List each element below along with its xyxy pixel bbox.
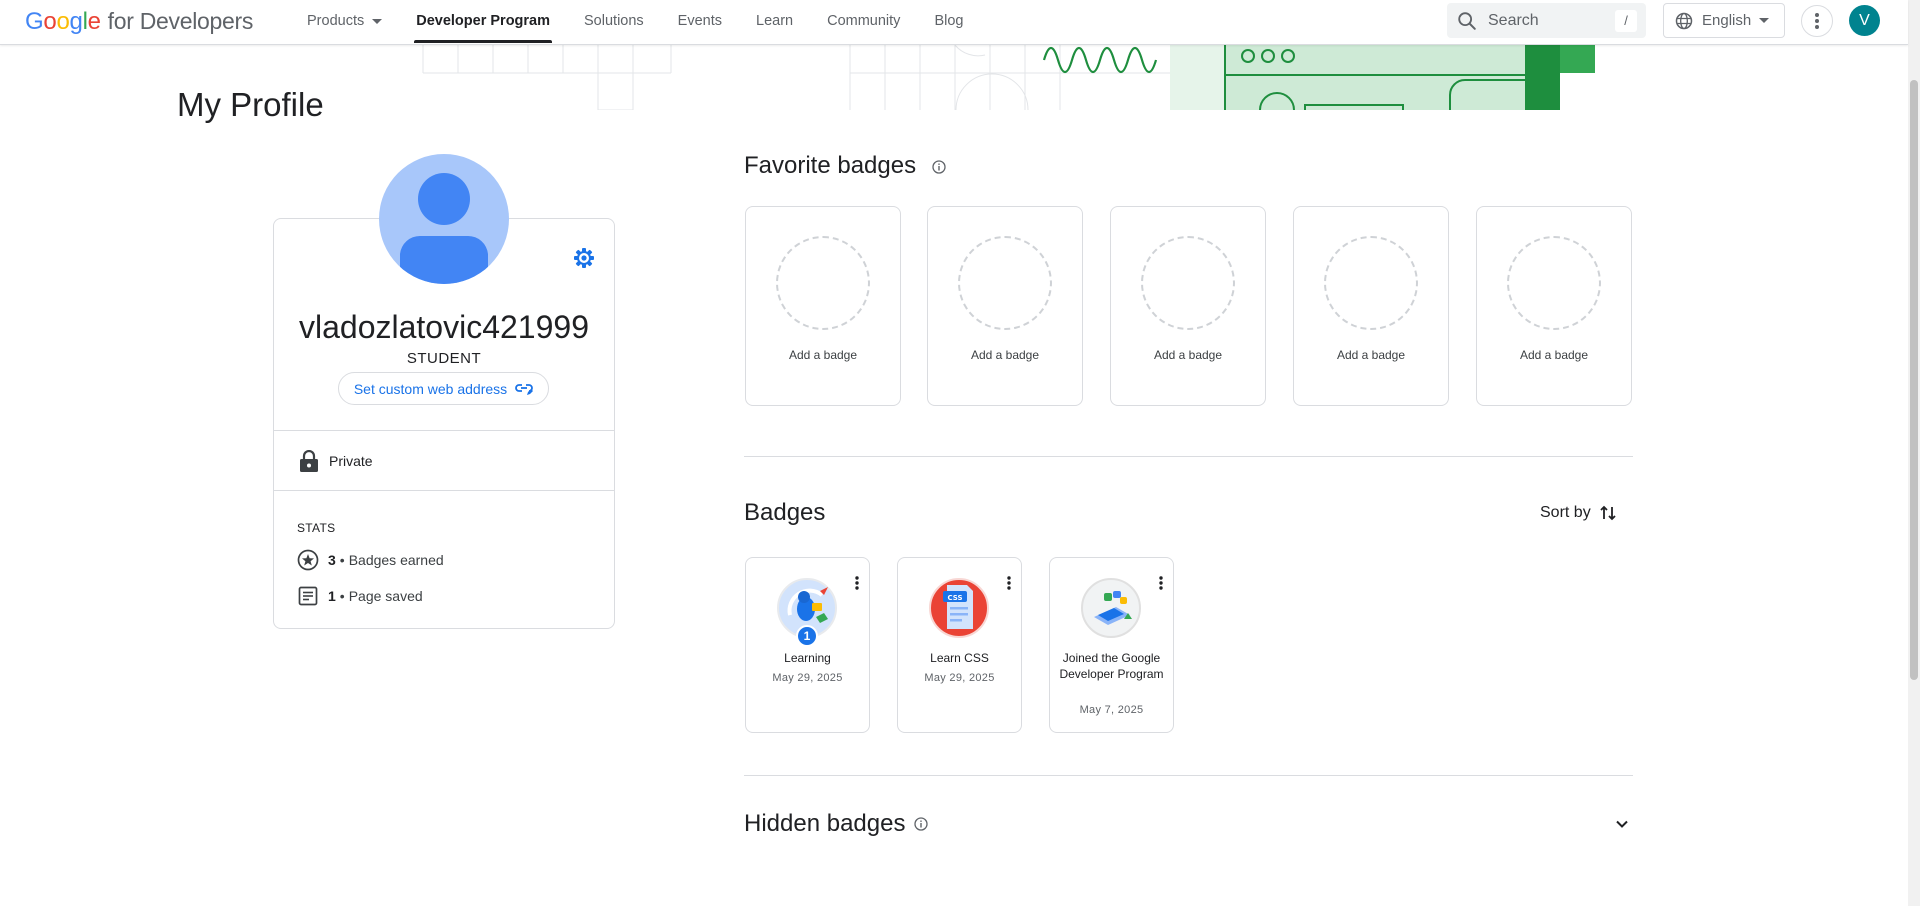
- empty-badge-placeholder: [958, 236, 1052, 330]
- sort-label: Sort by: [1540, 504, 1591, 521]
- chevron-down-icon: [1759, 18, 1770, 23]
- nav-products[interactable]: Products: [290, 0, 399, 45]
- add-badge-label: Add a badge: [970, 348, 1040, 362]
- custom-address-label: Set custom web address: [353, 380, 508, 397]
- language-label: English: [1702, 12, 1752, 29]
- main-nav: Products Developer Program Solutions Eve…: [290, 0, 980, 45]
- badge-name: Learn CSS: [930, 651, 989, 665]
- account-avatar[interactable]: V: [1849, 5, 1880, 36]
- badge-date: May 29, 2025: [772, 672, 843, 684]
- badge-card[interactable]: 1 Learning May 29, 2025: [745, 557, 870, 733]
- page-scrollbar[interactable]: [1908, 0, 1920, 906]
- more-options-button[interactable]: [1801, 5, 1833, 37]
- css-badge-icon: [929, 578, 989, 638]
- decorative-banner: [422, 45, 1595, 110]
- section-divider: [744, 456, 1633, 457]
- visibility-label: Private: [329, 453, 373, 469]
- empty-badge-placeholder: [1141, 236, 1235, 330]
- section-divider: [744, 775, 1633, 776]
- empty-badge-placeholder: [776, 236, 870, 330]
- nav-blog[interactable]: Blog: [917, 0, 980, 45]
- nav-events[interactable]: Events: [661, 0, 739, 45]
- chevron-down-icon: [372, 18, 383, 24]
- badges-title: Badges: [744, 499, 826, 526]
- stat-badges-earned: 3 • Badges earned: [297, 549, 444, 571]
- favorite-badge-slot[interactable]: Add a badge: [927, 206, 1083, 406]
- profile-role: STUDENT: [406, 350, 482, 367]
- favorite-badges-title: Favorite badges: [744, 152, 917, 179]
- empty-badge-placeholder: [1324, 236, 1418, 330]
- favorite-badge-slot[interactable]: Add a badge: [1293, 206, 1449, 406]
- more-vert-icon[interactable]: [1159, 576, 1163, 590]
- google-for-developers-logo[interactable]: Google for Developers: [25, 8, 253, 36]
- page-title: My Profile: [177, 86, 324, 123]
- link-edit-icon: [515, 383, 534, 395]
- add-badge-label: Add a badge: [1153, 348, 1223, 362]
- stats-label: STATS: [297, 521, 336, 535]
- globe-icon: [1675, 12, 1693, 29]
- info-icon[interactable]: [932, 160, 946, 174]
- add-badge-label: Add a badge: [1336, 348, 1406, 362]
- language-selector[interactable]: English: [1663, 3, 1785, 38]
- favorite-badge-slot[interactable]: Add a badge: [1476, 206, 1632, 406]
- search-input[interactable]: Search /: [1447, 3, 1646, 38]
- divider: [274, 430, 614, 431]
- search-placeholder: Search: [1488, 11, 1539, 29]
- star-badge-icon: [297, 549, 319, 571]
- favorite-badge-slot[interactable]: Add a badge: [1110, 206, 1266, 406]
- nav-developer-program[interactable]: Developer Program: [399, 0, 567, 45]
- set-custom-web-address-button[interactable]: Set custom web address: [338, 372, 549, 405]
- css-icon-label: CSS: [947, 594, 963, 602]
- more-vert-icon: [1815, 13, 1819, 29]
- stat-pages-saved: 1 • Page saved: [297, 585, 423, 607]
- search-shortcut-key: /: [1615, 9, 1637, 32]
- badge-name: Joined the Google Developer Program: [1059, 651, 1164, 681]
- badge-card[interactable]: Joined the Google Developer Program May …: [1049, 557, 1174, 733]
- add-badge-label: Add a badge: [788, 348, 858, 362]
- more-vert-icon[interactable]: [855, 576, 859, 590]
- favorite-badge-slot[interactable]: Add a badge: [745, 206, 901, 406]
- person-icon: [400, 173, 488, 284]
- visibility-status: Private: [299, 450, 373, 472]
- info-icon[interactable]: [914, 817, 928, 831]
- expand-chevron-icon[interactable]: [1612, 814, 1632, 834]
- profile-username: vladozlatovic421999: [299, 309, 589, 345]
- hidden-badges-title: Hidden badges: [744, 810, 906, 837]
- logo-suffix: for Developers: [107, 8, 254, 34]
- settings-gear-icon[interactable]: [572, 246, 596, 270]
- nav-solutions[interactable]: Solutions: [567, 0, 661, 45]
- scrollbar-thumb[interactable]: [1910, 80, 1918, 680]
- badge-card[interactable]: CSS Learn CSS May 29, 2025: [897, 557, 1022, 733]
- lock-icon: [300, 450, 318, 472]
- profile-avatar: [379, 154, 509, 284]
- nav-learn[interactable]: Learn: [739, 0, 810, 45]
- add-badge-label: Add a badge: [1519, 348, 1589, 362]
- nav-community[interactable]: Community: [810, 0, 917, 45]
- divider: [274, 490, 614, 491]
- search-icon: [1458, 11, 1476, 30]
- page-icon: [298, 586, 318, 606]
- developer-program-badge-icon: [1081, 578, 1141, 638]
- badge-date: May 29, 2025: [924, 672, 995, 684]
- top-nav-bar: Google for Developers Products Developer…: [0, 0, 1908, 45]
- badge-count-indicator: 1: [796, 625, 818, 647]
- badge-date: May 7, 2025: [1079, 704, 1144, 716]
- sort-icon: [1600, 505, 1616, 521]
- more-vert-icon[interactable]: [1007, 576, 1011, 590]
- badge-name: Learning: [784, 651, 831, 665]
- empty-badge-placeholder: [1507, 236, 1601, 330]
- sort-by-button[interactable]: Sort by: [1540, 504, 1617, 522]
